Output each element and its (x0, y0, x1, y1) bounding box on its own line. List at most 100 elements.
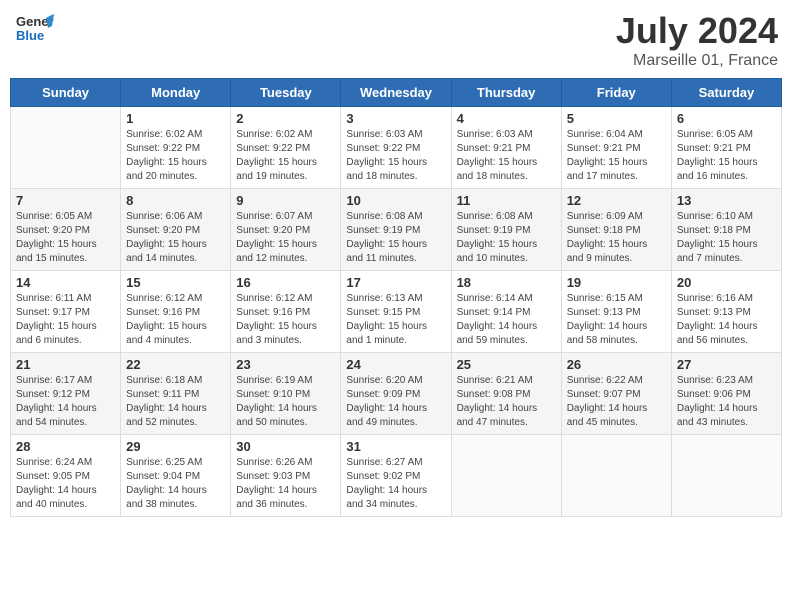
calendar-cell (561, 435, 671, 517)
day-of-week-header: Tuesday (231, 79, 341, 107)
calendar-cell: 3 Sunrise: 6:03 AM Sunset: 9:22 PM Daylig… (341, 107, 451, 189)
calendar-cell: 5 Sunrise: 6:04 AM Sunset: 9:21 PM Daylig… (561, 107, 671, 189)
day-number: 6 (677, 111, 776, 126)
calendar-cell (451, 435, 561, 517)
calendar-cell: 1 Sunrise: 6:02 AM Sunset: 9:22 PM Daylig… (121, 107, 231, 189)
day-number: 5 (567, 111, 666, 126)
logo-icon: General Blue (14, 10, 54, 50)
day-info: Sunrise: 6:22 AM Sunset: 9:07 PM Dayligh… (567, 374, 666, 430)
calendar-cell: 18 Sunrise: 6:14 AM Sunset: 9:14 PM Dayli… (451, 271, 561, 353)
calendar-cell: 30 Sunrise: 6:26 AM Sunset: 9:03 PM Dayli… (231, 435, 341, 517)
day-info: Sunrise: 6:17 AM Sunset: 9:12 PM Dayligh… (16, 374, 115, 430)
day-info: Sunrise: 6:26 AM Sunset: 9:03 PM Dayligh… (236, 456, 335, 512)
day-info: Sunrise: 6:06 AM Sunset: 9:20 PM Dayligh… (126, 210, 225, 266)
calendar-cell: 4Sunrise: 6:03 AM Sunset: 9:21 PM Daylig… (451, 107, 561, 189)
day-number: 19 (567, 275, 666, 290)
calendar-cell: 19 Sunrise: 6:15 AM Sunset: 9:13 PM Dayli… (561, 271, 671, 353)
month-year-title: July 2024 (616, 10, 778, 52)
calendar-cell: 12 Sunrise: 6:09 AM Sunset: 9:18 PM Dayli… (561, 189, 671, 271)
calendar-cell: 24 Sunrise: 6:20 AM Sunset: 9:09 PM Dayli… (341, 353, 451, 435)
day-info: Sunrise: 6:13 AM Sunset: 9:15 PM Dayligh… (346, 292, 445, 348)
day-info: Sunrise: 6:07 AM Sunset: 9:20 PM Dayligh… (236, 210, 335, 266)
day-of-week-header: Friday (561, 79, 671, 107)
day-number: 31 (346, 439, 445, 454)
day-info: Sunrise: 6:21 AM Sunset: 9:08 PM Dayligh… (457, 374, 556, 430)
day-info: Sunrise: 6:12 AM Sunset: 9:16 PM Dayligh… (236, 292, 335, 348)
day-number: 29 (126, 439, 225, 454)
calendar-cell: 22 Sunrise: 6:18 AM Sunset: 9:11 PM Dayli… (121, 353, 231, 435)
day-info: Sunrise: 6:02 AM Sunset: 9:22 PM Dayligh… (236, 128, 335, 184)
day-number: 15 (126, 275, 225, 290)
day-of-week-header: Sunday (11, 79, 121, 107)
day-number: 18 (457, 275, 556, 290)
calendar-cell: 28Sunrise: 6:24 AM Sunset: 9:05 PM Dayli… (11, 435, 121, 517)
calendar-cell: 16 Sunrise: 6:12 AM Sunset: 9:16 PM Dayli… (231, 271, 341, 353)
calendar-cell: 9 Sunrise: 6:07 AM Sunset: 9:20 PM Daylig… (231, 189, 341, 271)
day-info: Sunrise: 6:27 AM Sunset: 9:02 PM Dayligh… (346, 456, 445, 512)
day-number: 12 (567, 193, 666, 208)
calendar-cell: 20Sunrise: 6:16 AM Sunset: 9:13 PM Dayli… (671, 271, 781, 353)
calendar-cell: 8 Sunrise: 6:06 AM Sunset: 9:20 PM Daylig… (121, 189, 231, 271)
day-number: 24 (346, 357, 445, 372)
day-info: Sunrise: 6:14 AM Sunset: 9:14 PM Dayligh… (457, 292, 556, 348)
day-of-week-header: Saturday (671, 79, 781, 107)
day-number: 27 (677, 357, 776, 372)
calendar-cell: 29 Sunrise: 6:25 AM Sunset: 9:04 PM Dayli… (121, 435, 231, 517)
calendar-cell: 15 Sunrise: 6:12 AM Sunset: 9:16 PM Dayli… (121, 271, 231, 353)
day-info: Sunrise: 6:25 AM Sunset: 9:04 PM Dayligh… (126, 456, 225, 512)
day-number: 9 (236, 193, 335, 208)
calendar-cell: 14Sunrise: 6:11 AM Sunset: 9:17 PM Dayli… (11, 271, 121, 353)
day-info: Sunrise: 6:18 AM Sunset: 9:11 PM Dayligh… (126, 374, 225, 430)
day-info: Sunrise: 6:03 AM Sunset: 9:21 PM Dayligh… (457, 128, 556, 184)
calendar-cell (671, 435, 781, 517)
day-number: 14 (16, 275, 115, 290)
logo: General Blue (14, 10, 54, 50)
day-number: 25 (457, 357, 556, 372)
calendar-cell: 23 Sunrise: 6:19 AM Sunset: 9:10 PM Dayli… (231, 353, 341, 435)
day-number: 23 (236, 357, 335, 372)
day-info: Sunrise: 6:05 AM Sunset: 9:21 PM Dayligh… (677, 128, 776, 184)
day-info: Sunrise: 6:15 AM Sunset: 9:13 PM Dayligh… (567, 292, 666, 348)
day-number: 7 (16, 193, 115, 208)
day-info: Sunrise: 6:23 AM Sunset: 9:06 PM Dayligh… (677, 374, 776, 430)
calendar-cell: 26 Sunrise: 6:22 AM Sunset: 9:07 PM Dayli… (561, 353, 671, 435)
day-number: 26 (567, 357, 666, 372)
calendar-table: SundayMondayTuesdayWednesdayThursdayFrid… (10, 78, 782, 517)
day-number: 30 (236, 439, 335, 454)
day-number: 22 (126, 357, 225, 372)
calendar-cell (11, 107, 121, 189)
day-info: Sunrise: 6:19 AM Sunset: 9:10 PM Dayligh… (236, 374, 335, 430)
title-area: July 2024 Marseille 01, France (616, 10, 778, 70)
day-info: Sunrise: 6:20 AM Sunset: 9:09 PM Dayligh… (346, 374, 445, 430)
calendar-cell: 21 Sunrise: 6:17 AM Sunset: 9:12 PM Dayli… (11, 353, 121, 435)
day-info: Sunrise: 6:04 AM Sunset: 9:21 PM Dayligh… (567, 128, 666, 184)
day-number: 13 (677, 193, 776, 208)
day-info: Sunrise: 6:12 AM Sunset: 9:16 PM Dayligh… (126, 292, 225, 348)
day-info: Sunrise: 6:02 AM Sunset: 9:22 PM Dayligh… (126, 128, 225, 184)
day-of-week-header: Thursday (451, 79, 561, 107)
calendar-cell: 17 Sunrise: 6:13 AM Sunset: 9:15 PM Dayli… (341, 271, 451, 353)
calendar-cell: 7 Sunrise: 6:05 AM Sunset: 9:20 PM Daylig… (11, 189, 121, 271)
day-info: Sunrise: 6:03 AM Sunset: 9:22 PM Dayligh… (346, 128, 445, 184)
day-number: 2 (236, 111, 335, 126)
calendar-cell: 11Sunrise: 6:08 AM Sunset: 9:19 PM Dayli… (451, 189, 561, 271)
calendar-cell: 25 Sunrise: 6:21 AM Sunset: 9:08 PM Dayli… (451, 353, 561, 435)
day-number: 17 (346, 275, 445, 290)
day-number: 8 (126, 193, 225, 208)
day-number: 16 (236, 275, 335, 290)
day-info: Sunrise: 6:05 AM Sunset: 9:20 PM Dayligh… (16, 210, 115, 266)
svg-text:Blue: Blue (16, 28, 44, 43)
calendar-cell: 2 Sunrise: 6:02 AM Sunset: 9:22 PM Daylig… (231, 107, 341, 189)
location-subtitle: Marseille 01, France (616, 52, 778, 70)
day-number: 1 (126, 111, 225, 126)
calendar-cell: 27 Sunrise: 6:23 AM Sunset: 9:06 PM Dayli… (671, 353, 781, 435)
day-number: 21 (16, 357, 115, 372)
day-info: Sunrise: 6:10 AM Sunset: 9:18 PM Dayligh… (677, 210, 776, 266)
day-number: 3 (346, 111, 445, 126)
day-number: 10 (346, 193, 445, 208)
day-of-week-header: Monday (121, 79, 231, 107)
calendar-cell: 31 Sunrise: 6:27 AM Sunset: 9:02 PM Dayli… (341, 435, 451, 517)
day-info: Sunrise: 6:09 AM Sunset: 9:18 PM Dayligh… (567, 210, 666, 266)
calendar-cell: 10Sunrise: 6:08 AM Sunset: 9:19 PM Dayli… (341, 189, 451, 271)
day-number: 20 (677, 275, 776, 290)
